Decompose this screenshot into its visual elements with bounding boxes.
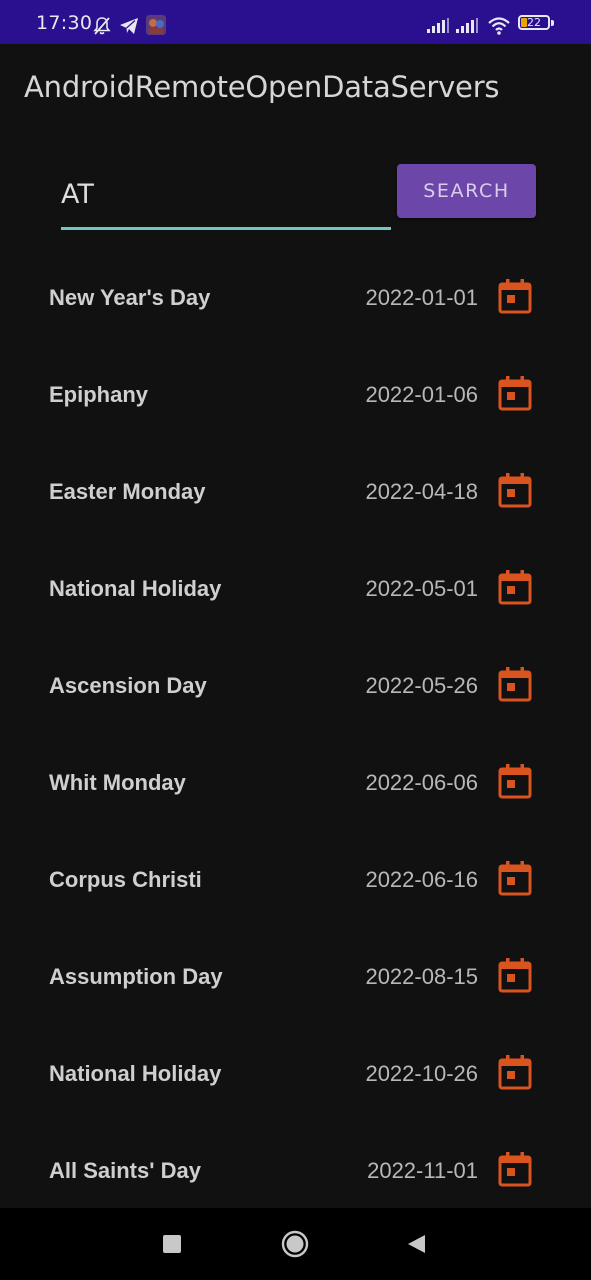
nav-bar <box>0 1208 591 1280</box>
calendar-icon[interactable] <box>498 666 532 702</box>
calendar-icon[interactable] <box>498 472 532 508</box>
holiday-row[interactable]: Assumption Day 2022-08-15 <box>0 929 591 1026</box>
signal-icon <box>456 18 478 33</box>
holiday-name: Ascension Day <box>49 673 207 698</box>
calendar-icon[interactable] <box>498 763 532 799</box>
holiday-row[interactable]: Corpus Christi 2022-06-16 <box>0 832 591 929</box>
calendar-icon[interactable] <box>498 375 532 411</box>
calendar-icon[interactable] <box>498 569 532 605</box>
holiday-row[interactable]: Ascension Day 2022-05-26 <box>0 638 591 735</box>
holiday-row[interactable]: Whit Monday 2022-06-06 <box>0 735 591 832</box>
signal-icon <box>427 18 449 33</box>
recents-icon[interactable] <box>163 1235 181 1253</box>
holiday-row[interactable]: All Saints' Day 2022-11-01 <box>0 1123 591 1208</box>
holiday-list[interactable]: New Year's Day 2022-01-01 Epiphany 2022-01-… <box>0 250 591 1208</box>
holiday-name: National Holiday <box>49 576 222 601</box>
battery-tip <box>551 20 554 26</box>
holiday-name: New Year's Day <box>49 285 211 310</box>
holiday-row[interactable]: National Holiday 2022-05-01 <box>0 541 591 638</box>
calendar-icon[interactable] <box>498 957 532 993</box>
battery-icon: 22 <box>518 15 550 30</box>
status-bar: 17:30 22 <box>0 0 591 44</box>
holiday-date: 2022-05-01 <box>365 576 478 601</box>
status-time: 17:30 <box>36 12 93 34</box>
calendar-icon[interactable] <box>498 1151 532 1187</box>
holiday-name: Whit Monday <box>49 770 186 795</box>
holiday-name: Corpus Christi <box>49 867 202 892</box>
calendar-icon[interactable] <box>498 860 532 896</box>
holiday-date: 2022-10-26 <box>365 1061 478 1086</box>
battery-level: 22 <box>527 16 541 29</box>
wifi-icon <box>488 17 510 35</box>
holiday-date: 2022-11-01 <box>367 1158 478 1183</box>
holiday-date: 2022-08-15 <box>365 964 478 989</box>
holiday-row[interactable]: Epiphany 2022-01-06 <box>0 347 591 444</box>
holiday-date: 2022-06-16 <box>365 867 478 892</box>
holiday-date: 2022-04-18 <box>365 479 478 504</box>
holiday-row[interactable]: Easter Monday 2022-04-18 <box>0 444 591 541</box>
search-button[interactable]: SEARCH <box>397 164 536 218</box>
app-screen: 17:30 22 AndroidRemoteOpenDataServers AT… <box>0 0 591 1280</box>
back-icon[interactable] <box>405 1233 427 1255</box>
holiday-name: Assumption Day <box>49 964 223 989</box>
holiday-date: 2022-01-01 <box>365 285 478 310</box>
holiday-date: 2022-06-06 <box>365 770 478 795</box>
holiday-date: 2022-01-06 <box>365 382 478 407</box>
search-input[interactable] <box>61 162 391 230</box>
app-title: AndroidRemoteOpenDataServers <box>24 70 500 104</box>
holiday-name: Epiphany <box>49 382 149 407</box>
holiday-name: National Holiday <box>49 1061 222 1086</box>
avatar-app-icon <box>146 15 166 35</box>
calendar-icon[interactable] <box>498 1054 532 1090</box>
holiday-row[interactable]: New Year's Day 2022-01-01 <box>0 250 591 347</box>
holiday-date: 2022-05-26 <box>365 673 478 698</box>
calendar-icon[interactable] <box>498 278 532 314</box>
mute-bell-icon <box>93 17 111 35</box>
holiday-name: All Saints' Day <box>49 1158 201 1183</box>
holiday-row[interactable]: National Holiday 2022-10-26 <box>0 1026 591 1123</box>
home-icon[interactable] <box>281 1230 309 1258</box>
telegram-icon <box>120 18 138 34</box>
holiday-name: Easter Monday <box>49 479 206 504</box>
